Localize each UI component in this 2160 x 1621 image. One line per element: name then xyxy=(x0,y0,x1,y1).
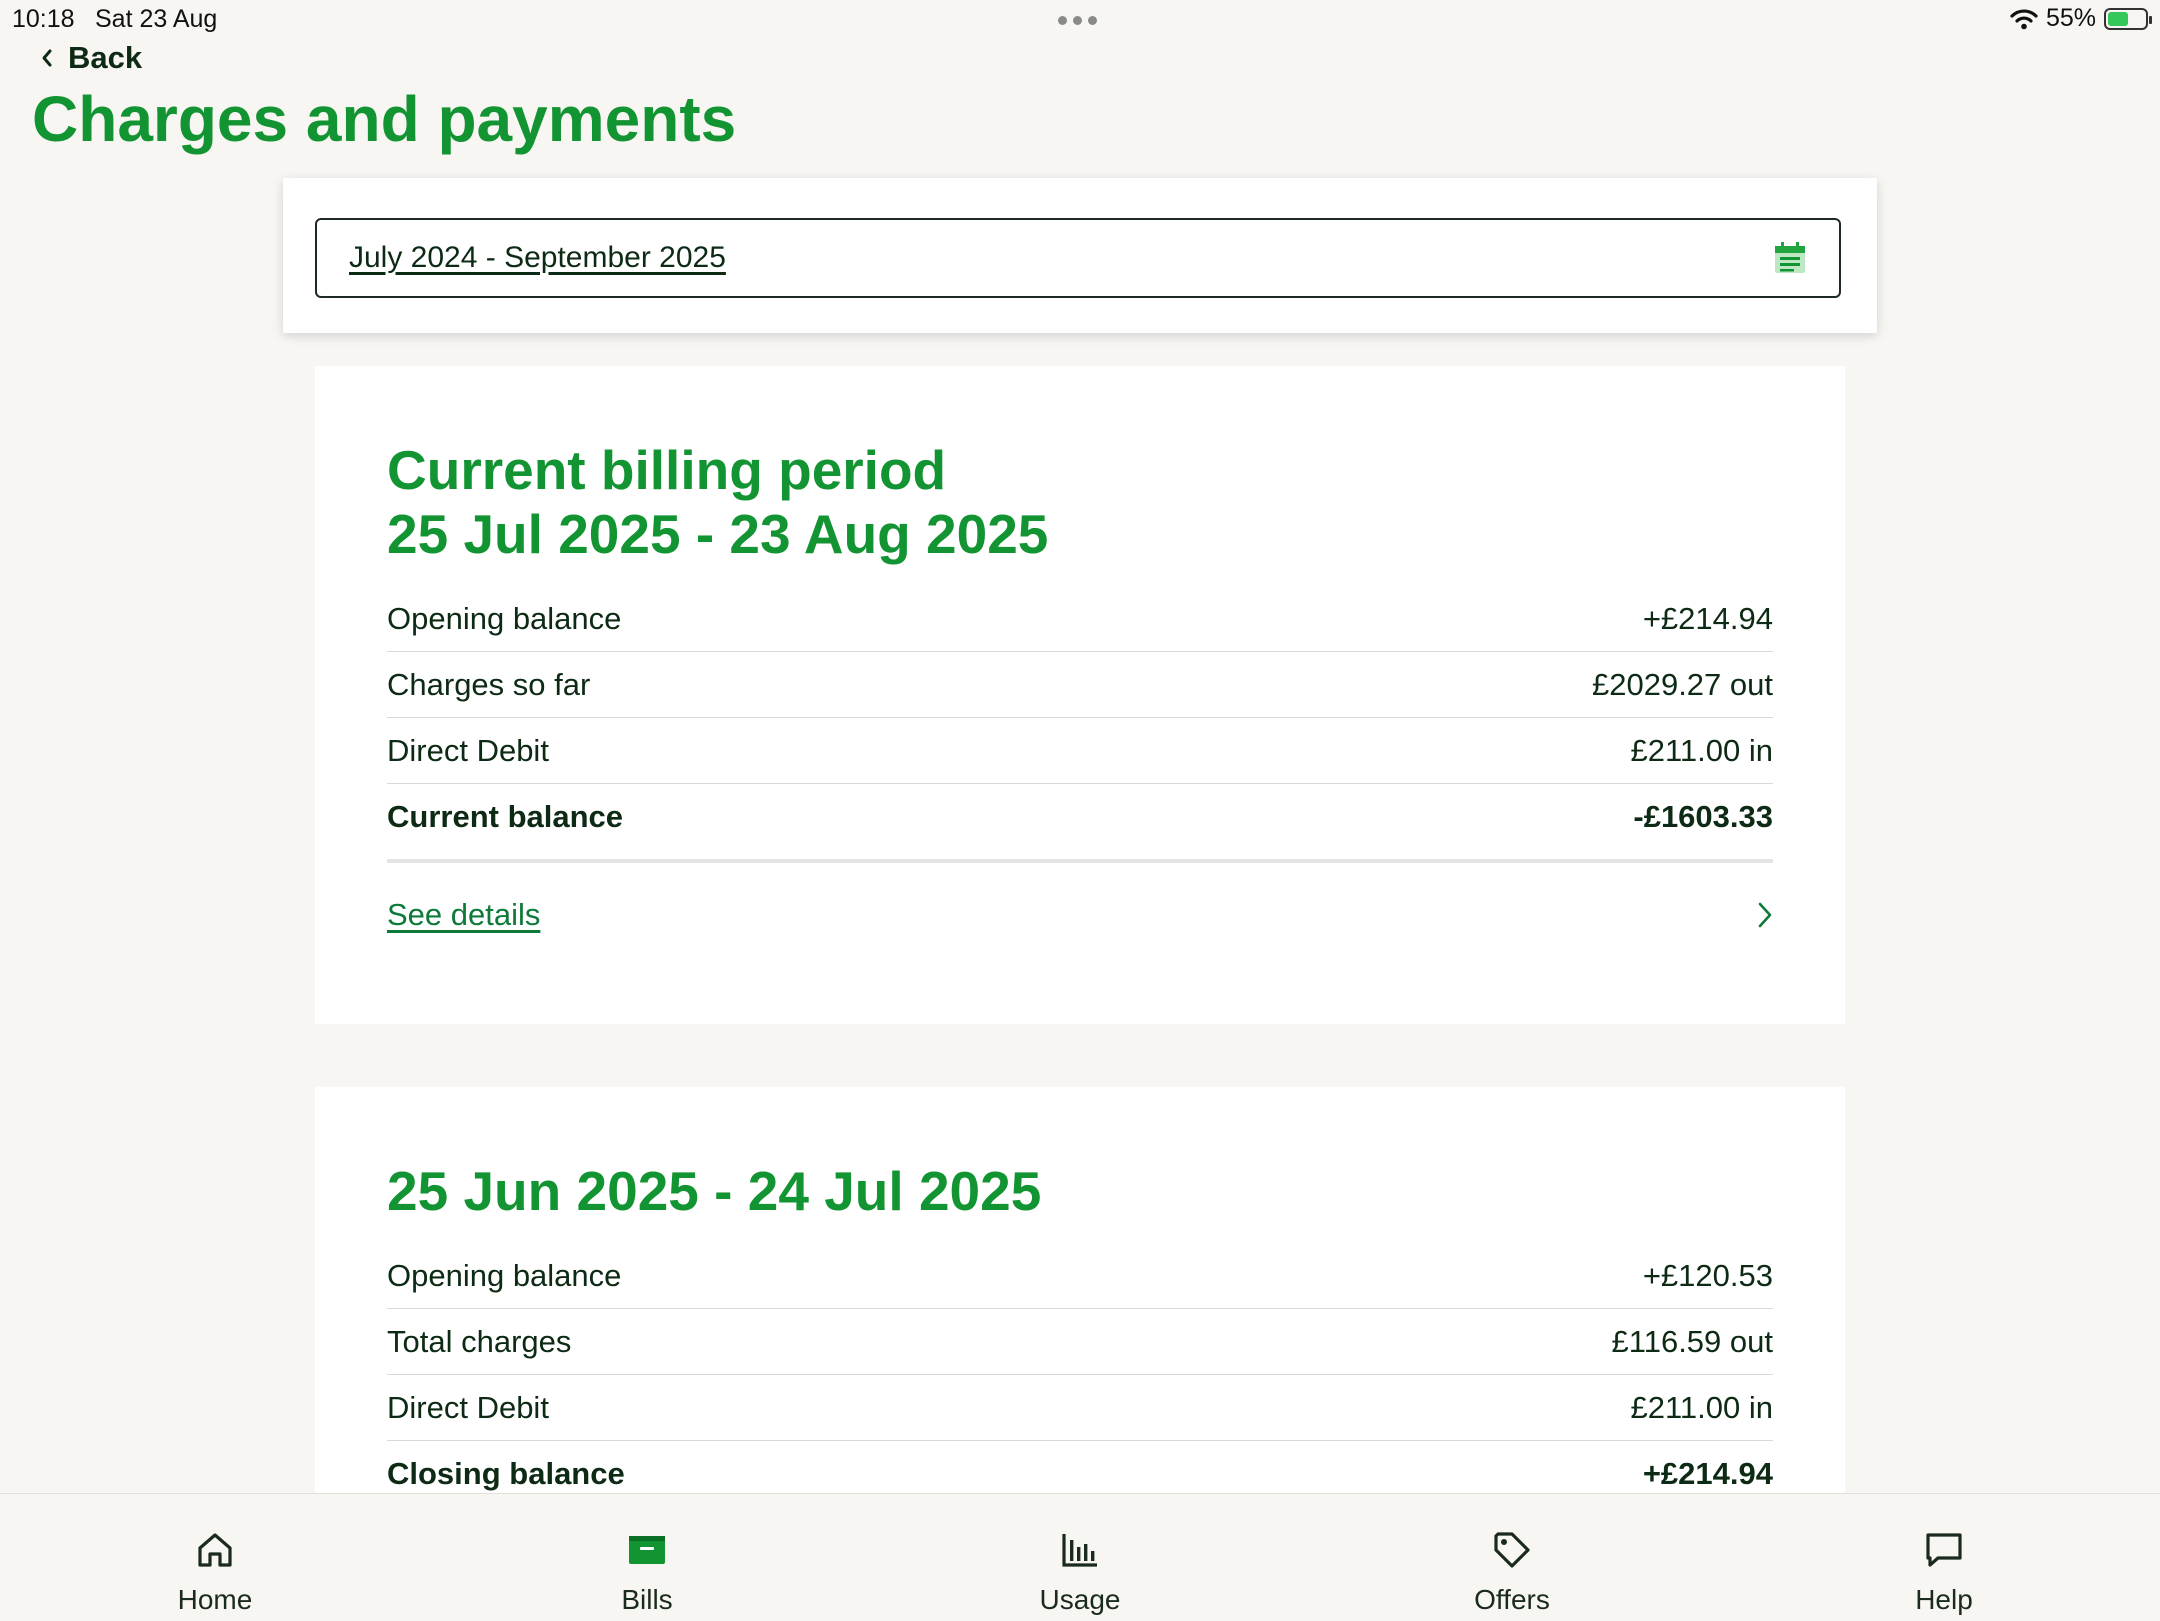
tab-label: Bills xyxy=(621,1584,673,1615)
tab-label: Home xyxy=(177,1584,253,1615)
balance-row: Total charges £116.59 out xyxy=(387,1309,1773,1375)
row-value: £116.59 out xyxy=(1611,1323,1773,1359)
row-label: Opening balance xyxy=(387,600,622,636)
home-icon xyxy=(198,1533,232,1567)
card-title-dates: 25 Jul 2025 - 23 Aug 2025 xyxy=(387,503,1049,565)
wifi-icon xyxy=(2010,8,2038,29)
calendar-icon[interactable] xyxy=(1773,241,1807,275)
battery-icon xyxy=(2104,7,2152,30)
tab-bills[interactable]: Bills xyxy=(557,1530,737,1616)
row-value: £211.00 in xyxy=(1630,1389,1774,1425)
card-title-line1: Current billing period xyxy=(387,439,947,501)
row-label: Closing balance xyxy=(387,1455,625,1491)
back-label: Back xyxy=(68,40,143,75)
date-range-field[interactable]: July 2024 - September 2025 xyxy=(315,218,1841,298)
row-label: Total charges xyxy=(387,1323,572,1359)
usage-icon xyxy=(1062,1534,1097,1567)
status-time: 10:18 xyxy=(12,5,75,33)
date-range-value: July 2024 - September 2025 xyxy=(349,241,726,274)
row-value: +£214.94 xyxy=(1642,1455,1773,1491)
multitasking-dots-icon[interactable] xyxy=(1058,16,1097,25)
bills-icon xyxy=(629,1536,665,1564)
row-label: Opening balance xyxy=(387,1257,622,1293)
row-value: +£214.94 xyxy=(1642,600,1773,636)
row-label: Direct Debit xyxy=(387,1389,549,1425)
balance-row: Direct Debit £211.00 in xyxy=(387,1375,1773,1441)
tab-home[interactable]: Home xyxy=(125,1530,305,1616)
tab-label: Usage xyxy=(1039,1584,1121,1615)
back-button[interactable]: Back xyxy=(40,40,142,76)
tab-label: Offers xyxy=(1474,1584,1550,1615)
balance-row: Direct Debit £211.00 in xyxy=(387,718,1773,784)
balance-row: Opening balance +£120.53 xyxy=(387,1243,1773,1309)
status-date: Sat 23 Aug xyxy=(95,5,218,33)
date-range-panel: July 2024 - September 2025 xyxy=(283,178,1877,333)
row-label: Direct Debit xyxy=(387,732,549,768)
divider xyxy=(387,859,1773,863)
balance-list: Opening balance +£214.94 Charges so far … xyxy=(387,586,1773,849)
card-title: 25 Jun 2025 - 24 Jul 2025 xyxy=(387,1160,1042,1222)
balance-row: Charges so far £2029.27 out xyxy=(387,652,1773,718)
chevron-left-icon xyxy=(42,49,52,67)
tab-help[interactable]: Help xyxy=(1854,1530,2034,1616)
balance-list: Opening balance +£120.53 Total charges £… xyxy=(387,1243,1773,1506)
see-details-row[interactable]: See details xyxy=(387,897,1773,933)
status-bar: 10:18 Sat 23 Aug 55% xyxy=(0,0,2160,40)
page-title: Charges and payments xyxy=(32,83,737,155)
total-row: Current balance -£1603.33 xyxy=(387,784,1773,849)
balance-row: Opening balance +£214.94 xyxy=(387,586,1773,652)
help-icon xyxy=(1926,1533,1962,1567)
bottom-tab-bar: Home Bills Usage Offers Help xyxy=(0,1493,2160,1621)
tab-label: Help xyxy=(1915,1584,1973,1615)
status-indicators: 55% xyxy=(2010,4,2152,33)
chevron-right-icon[interactable] xyxy=(1757,901,1773,929)
card-title: Current billing period 25 Jul 2025 - 23 … xyxy=(315,366,1845,566)
row-value: £2029.27 out xyxy=(1591,666,1773,702)
previous-billing-card: 25 Jun 2025 - 24 Jul 2025 Opening balanc… xyxy=(315,1087,1845,1507)
battery-percentage: 55% xyxy=(2045,4,2096,32)
row-label: Charges so far xyxy=(387,666,591,702)
row-value: -£1603.33 xyxy=(1633,798,1773,834)
current-billing-card: Current billing period 25 Jul 2025 - 23 … xyxy=(315,366,1845,1024)
row-label: Current balance xyxy=(387,798,624,834)
row-value: +£120.53 xyxy=(1642,1257,1773,1293)
tab-usage[interactable]: Usage xyxy=(990,1530,1170,1616)
offers-icon xyxy=(1494,1532,1530,1568)
row-value: £211.00 in xyxy=(1630,732,1774,768)
tab-offers[interactable]: Offers xyxy=(1422,1530,1602,1616)
see-details-link[interactable]: See details xyxy=(387,897,540,933)
